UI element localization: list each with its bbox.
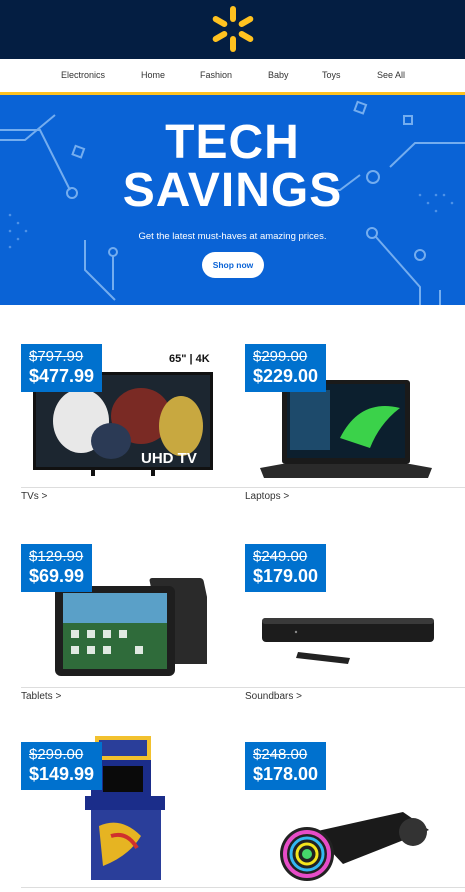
category-link-soundbars[interactable]: Soundbars > — [245, 691, 302, 702]
shop-now-button[interactable]: Shop now — [202, 252, 264, 278]
category-link-tvs[interactable]: TVs > — [21, 491, 47, 502]
card-divider — [21, 487, 245, 488]
now-price: $179.00 — [253, 566, 319, 586]
card-divider — [245, 887, 465, 888]
now-price: $149.99 — [29, 764, 95, 784]
was-price: $797.99 — [29, 348, 84, 365]
was-price: $249.00 — [253, 548, 308, 565]
card-divider — [245, 687, 465, 688]
nav-item-electronics[interactable]: Electronics — [61, 70, 105, 80]
now-price: $69.99 — [29, 566, 85, 586]
product-card-soundbars[interactable]: $249.00 $179.00 Soundbars > — [245, 544, 465, 704]
nav-item-home[interactable]: Home — [141, 70, 165, 80]
site-header — [0, 0, 465, 59]
price-tag: $249.00 $179.00 — [245, 544, 327, 592]
product-card-hoverboard[interactable]: $248.00 $178.00 — [245, 742, 465, 892]
product-card-arcade[interactable]: $299.00 $149.99 — [21, 736, 245, 892]
hero-title-line2: SAVINGS — [122, 164, 343, 217]
walmart-spark-icon[interactable] — [207, 4, 259, 54]
now-price: $229.00 — [253, 366, 319, 386]
price-tag: $299.00 $229.00 — [245, 344, 327, 392]
now-price: $477.99 — [29, 366, 95, 386]
price-tag: $797.99 $477.99 — [21, 344, 103, 392]
hero-subtitle: Get the latest must-haves at amazing pri… — [138, 231, 327, 242]
category-link-tablets[interactable]: Tablets > — [21, 691, 61, 702]
tv-overlay-label: UHD TV — [141, 450, 197, 467]
was-price: $248.00 — [253, 746, 308, 763]
soundbar-icon — [262, 618, 434, 664]
tablet-icon — [55, 578, 207, 676]
product-card-tablets[interactable]: $129.99 $69.99 Tablets > — [21, 544, 245, 704]
product-card-laptops[interactable]: $299.00 $229.00 Laptops > — [245, 344, 465, 504]
nav-item-fashion[interactable]: Fashion — [200, 70, 232, 80]
nav-item-see-all[interactable]: See All — [377, 70, 405, 80]
card-divider — [245, 487, 465, 488]
card-divider — [21, 687, 245, 688]
price-tag: $248.00 $178.00 — [245, 742, 327, 790]
hoverboard-icon — [280, 812, 429, 881]
was-price: $299.00 — [29, 746, 84, 763]
tv-size-label: 65" | 4K — [169, 353, 210, 365]
hero-banner[interactable]: TECH SAVINGS Get the latest must-haves a… — [0, 95, 465, 305]
laptop-icon — [260, 380, 432, 478]
nav-item-toys[interactable]: Toys — [322, 70, 341, 80]
card-divider — [21, 887, 245, 888]
was-price: $129.99 — [29, 548, 84, 565]
price-tag: $129.99 $69.99 — [21, 544, 93, 592]
product-card-tvs[interactable]: 65" | 4K UHD TV $797.99 $477.99 TVs > — [21, 344, 245, 504]
category-nav: Electronics Home Fashion Baby Toys See A… — [0, 59, 465, 92]
was-price: $299.00 — [253, 348, 308, 365]
price-tag: $299.00 $149.99 — [21, 742, 103, 790]
now-price: $178.00 — [253, 764, 319, 784]
category-link-laptops[interactable]: Laptops > — [245, 491, 289, 502]
nav-item-baby[interactable]: Baby — [268, 70, 289, 80]
hero-title-line1: TECH — [165, 116, 300, 169]
